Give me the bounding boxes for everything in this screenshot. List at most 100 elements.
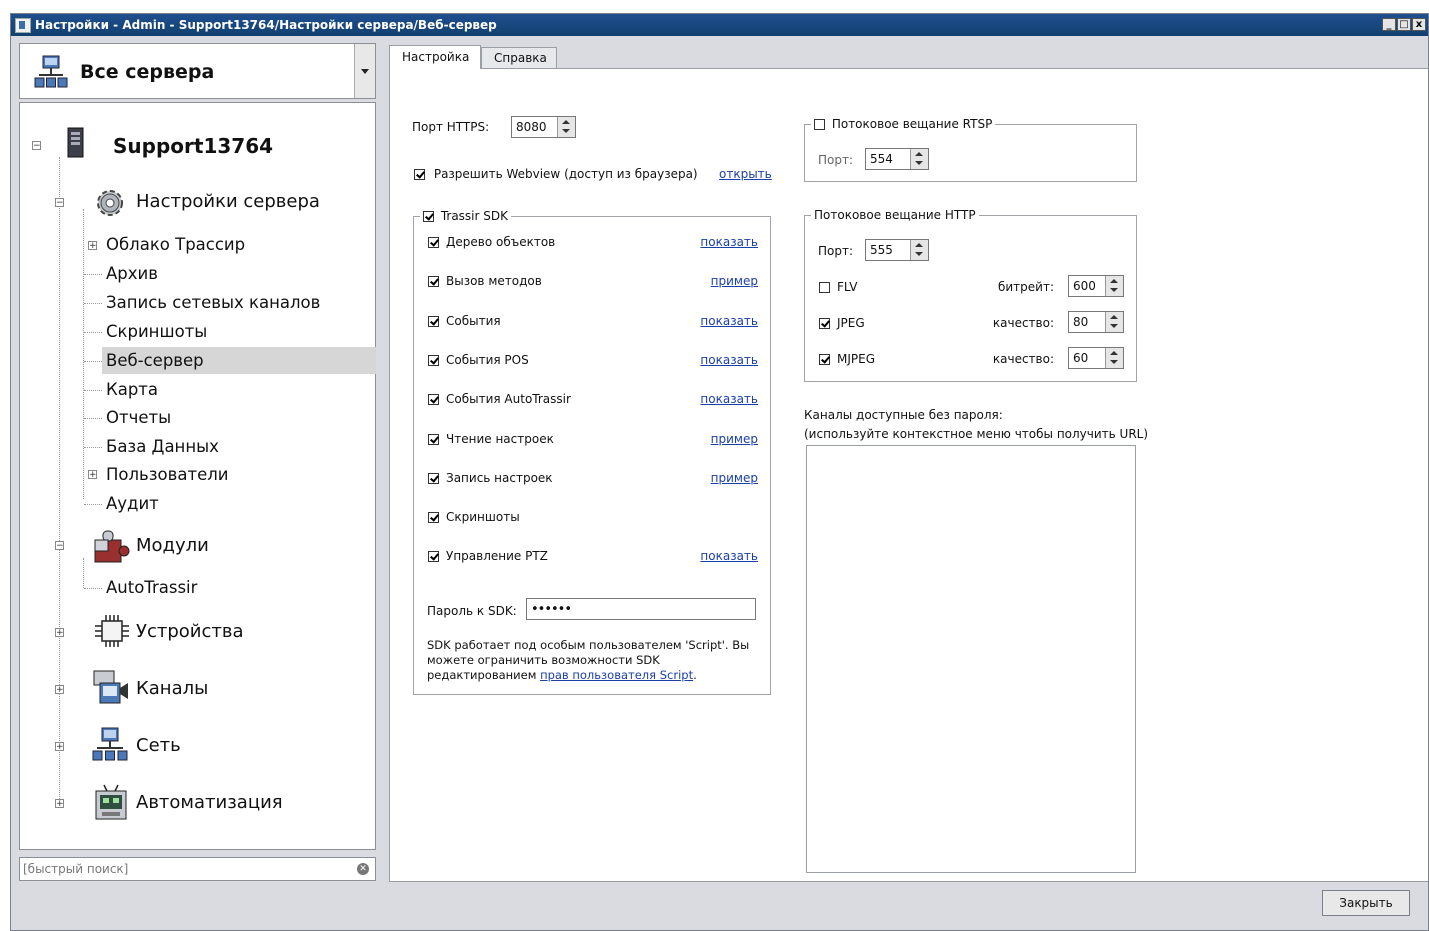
http-format-param-label: качество: <box>992 316 1054 330</box>
sdk-legend-label: Trassir SDK <box>440 209 508 223</box>
close-window-button[interactable]: x <box>1412 18 1426 31</box>
sdk-password-value: •••••• <box>531 602 572 617</box>
https-port-spinbox[interactable]: 8080 <box>511 116 576 138</box>
webview-checkbox[interactable] <box>414 169 425 180</box>
sdk-password-input[interactable]: •••••• <box>526 598 756 620</box>
expand-toggle[interactable]: + <box>88 470 97 480</box>
maximize-button[interactable]: □ <box>1397 18 1411 31</box>
tree-item-network-recording[interactable]: Запись сетевых каналов <box>106 293 320 312</box>
tab-help[interactable]: Справка <box>481 47 557 68</box>
http-format-value: 60 <box>1073 351 1089 365</box>
http-format-label: JPEG <box>837 316 865 330</box>
http-format-spinbox[interactable]: 600 <box>1068 275 1124 297</box>
close-button[interactable]: Закрыть <box>1322 890 1410 916</box>
tree-automation[interactable]: Автоматизация <box>136 792 283 813</box>
spinner-arrows-icon[interactable] <box>910 149 928 169</box>
sdk-permission-checkbox[interactable] <box>428 512 439 524</box>
expand-toggle[interactable]: + <box>55 799 64 809</box>
http-format-spinbox[interactable]: 60 <box>1068 347 1124 369</box>
http-format-checkbox[interactable] <box>819 282 830 293</box>
minimize-button[interactable]: _ <box>1382 18 1396 31</box>
spinner-arrows-icon[interactable] <box>1105 276 1123 296</box>
clear-search-icon[interactable]: ✕ <box>357 863 369 875</box>
sdk-permission-checkbox[interactable] <box>428 315 439 327</box>
collapse-toggle[interactable]: − <box>55 198 64 208</box>
sdk-enable-checkbox[interactable] <box>423 211 434 222</box>
sdk-permission-link[interactable]: показать <box>700 314 758 328</box>
https-port-value: 8080 <box>516 120 547 134</box>
sdk-note: SDK работает под особым пользователем 'S… <box>427 638 749 683</box>
sdk-permission-link[interactable]: показать <box>700 235 758 249</box>
tree-item-map[interactable]: Карта <box>106 380 158 399</box>
tree-network[interactable]: Сеть <box>136 735 181 756</box>
rtsp-legend-label: Потоковое вещание RTSP <box>831 117 993 131</box>
tree-server[interactable]: Support13764 <box>113 134 273 158</box>
sdk-permission-link[interactable]: пример <box>711 432 758 446</box>
tree-item-reports[interactable]: Отчеты <box>106 408 171 427</box>
tree-item-audit[interactable]: Аудит <box>106 494 159 513</box>
tree-channels[interactable]: Каналы <box>136 678 208 699</box>
collapse-toggle[interactable]: − <box>55 541 64 551</box>
title-bar: Настройки - Admin - Support13764/Настрой… <box>11 14 1428 36</box>
spinner-arrows-icon[interactable] <box>1105 348 1123 368</box>
http-format-checkbox[interactable] <box>819 318 830 329</box>
chevron-down-icon[interactable] <box>354 44 375 98</box>
sdk-permission-checkbox[interactable] <box>428 551 439 563</box>
sdk-note-line2: можете ограничить возможности SDK <box>427 653 660 667</box>
tree-item-users[interactable]: Пользователи <box>106 465 229 484</box>
web-server-settings-panel: Порт HTTPS: 8080 Разрешить Webview (дост… <box>389 68 1428 882</box>
quick-search-input[interactable]: [быстрый поиск] ✕ <box>19 857 376 881</box>
expand-toggle[interactable]: + <box>55 628 64 638</box>
tree-item-autotrassir[interactable]: AutoTrassir <box>106 578 197 597</box>
collapse-toggle[interactable]: − <box>32 141 41 151</box>
sdk-permission-link[interactable]: показать <box>700 549 758 563</box>
expand-toggle[interactable]: + <box>55 742 64 752</box>
http-format-checkbox[interactable] <box>819 354 830 365</box>
sdk-permission-link[interactable]: пример <box>711 274 758 288</box>
sdk-permission-checkbox[interactable] <box>428 472 439 484</box>
sdk-note-line3: редактированием прав пользователя Script… <box>427 668 749 683</box>
sdk-permission-checkbox[interactable] <box>428 237 439 248</box>
tree-item-web-server[interactable]: Веб-сервер <box>106 351 204 370</box>
server-selector[interactable]: Все сервера <box>19 43 376 99</box>
webview-open-link[interactable]: открыть <box>719 167 772 181</box>
spinner-arrows-icon[interactable] <box>557 117 575 137</box>
expand-toggle[interactable]: + <box>88 241 97 251</box>
spinner-arrows-icon[interactable] <box>910 240 928 260</box>
http-port-spinbox[interactable]: 555 <box>865 239 929 261</box>
sdk-permission-checkbox[interactable] <box>428 354 439 366</box>
tree-devices[interactable]: Устройства <box>136 621 244 642</box>
http-port-label: Порт: <box>818 244 854 258</box>
quick-search-placeholder: [быстрый поиск] <box>23 862 129 876</box>
camera-channels-icon <box>93 670 128 704</box>
sdk-permission-row: Управление PTZ <box>428 549 548 563</box>
sdk-permission-checkbox[interactable] <box>428 394 439 406</box>
sdk-permission-link[interactable]: пример <box>711 471 758 485</box>
tree-item-archive[interactable]: Архив <box>106 264 158 283</box>
tree-item-cloud[interactable]: Облако Трассир <box>106 235 245 254</box>
sdk-permission-link[interactable]: показать <box>700 353 758 367</box>
http-format-label: MJPEG <box>837 352 876 366</box>
sdk-permission-checkbox[interactable] <box>428 433 439 445</box>
http-format-spinbox[interactable]: 80 <box>1068 311 1124 333</box>
sdk-permission-row: События <box>428 314 501 328</box>
gear-icon <box>97 190 123 216</box>
sdk-permission-checkbox[interactable] <box>428 276 439 288</box>
sdk-permission-label: Чтение настроек <box>446 431 554 446</box>
tab-settings[interactable]: Настройка <box>389 45 481 69</box>
tree-item-screenshots[interactable]: Скриншоты <box>106 322 207 341</box>
rtsp-port-spinbox[interactable]: 554 <box>865 148 929 170</box>
rtsp-enable-checkbox[interactable] <box>814 119 825 130</box>
tree-item-database[interactable]: База Данных <box>106 437 219 456</box>
sdk-permission-label: Вызов методов <box>446 274 542 289</box>
free-channels-list[interactable] <box>806 445 1136 873</box>
sdk-permission-row: События AutoTrassir <box>428 392 571 406</box>
script-user-rights-link[interactable]: прав пользователя Script <box>540 668 693 682</box>
spinner-arrows-icon[interactable] <box>1105 312 1123 332</box>
sdk-legend: Trassir SDK <box>420 209 511 223</box>
http-format-value: 600 <box>1073 279 1096 293</box>
expand-toggle[interactable]: + <box>55 685 64 695</box>
tree-modules[interactable]: Модули <box>136 535 209 556</box>
tree-server-settings[interactable]: Настройки сервера <box>136 191 320 212</box>
sdk-permission-link[interactable]: показать <box>700 392 758 406</box>
